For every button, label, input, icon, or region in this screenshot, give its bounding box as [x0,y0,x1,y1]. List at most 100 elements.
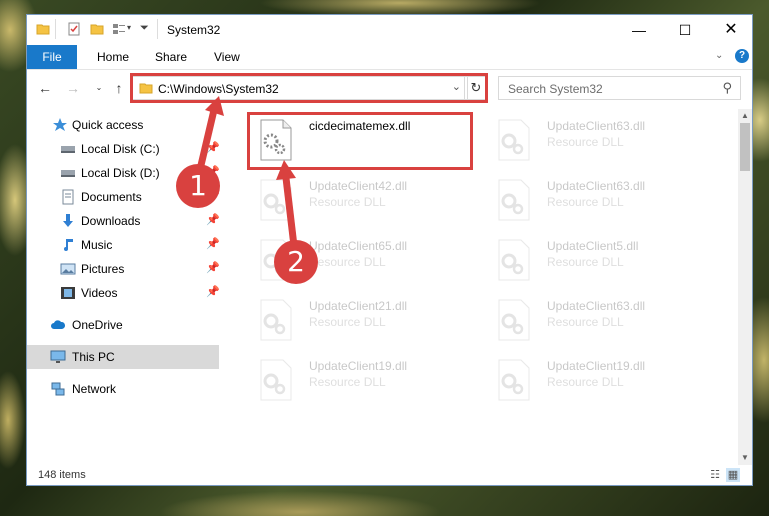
file-item[interactable]: UpdateClient42.dll Resource DLL [247,173,477,225]
sidebar-item-label: Videos [81,286,118,300]
file-item[interactable]: UpdateClient19.dll Resource DLL [485,353,715,405]
music-icon [64,239,73,251]
qat-customize-button[interactable]: ⏷ [140,22,149,35]
file-name: UpdateClient5.dll [547,239,639,253]
sidebar-item-label: OneDrive [72,318,123,332]
step-1-callout: 1 [176,164,220,208]
tab-file[interactable]: File [27,45,77,69]
file-item[interactable]: UpdateClient5.dll Resource DLL [485,233,715,285]
tab-home[interactable]: Home [97,45,129,69]
search-input[interactable]: Search System32 ⚲ [498,76,741,100]
sidebar-item-onedrive[interactable]: OneDrive [27,313,219,337]
star-icon [53,118,67,131]
sidebar-item-label: Local Disk (D:) [81,166,160,180]
pin-icon[interactable]: 📌 [206,213,220,226]
window-title: System32 [167,23,221,37]
step-2-callout: 2 [274,240,318,284]
sidebar-item-label: Documents [81,190,142,204]
pin-icon[interactable]: 📌 [206,285,220,298]
sidebar-item-label: Local Disk (C:) [81,142,160,156]
recent-locations-icon[interactable]: ⌄ [90,79,108,97]
scrollbar-thumb[interactable] [740,123,750,171]
sidebar-item-videos[interactable]: Videos 📌 [27,281,220,305]
new-folder-icon[interactable] [90,22,104,36]
sidebar-item-local-disk-c[interactable]: Local Disk (C:) 📌 [27,137,220,161]
sidebar-item-quick-access[interactable]: Quick access [27,113,219,137]
maximize-button[interactable]: ☐ [662,15,708,45]
file-name: UpdateClient63.dll [547,179,646,193]
file-list: cicdecimatemex.dll UpdateClient63.dll Re… [233,109,737,465]
vertical-scrollbar[interactable]: ▲ ▼ [738,109,752,465]
dll-file-icon [498,299,530,341]
dll-file-icon [260,179,292,221]
dll-file-icon [498,119,530,161]
minimize-button[interactable]: — [616,15,662,45]
folder-icon [36,24,50,35]
details-view-icon[interactable]: ☷ [708,468,722,482]
address-highlight-box [130,73,488,103]
videos-icon [61,287,75,299]
pin-icon[interactable]: 📌 [206,261,220,274]
file-type: Resource DLL [309,255,386,269]
large-icons-view-icon[interactable]: ▦ [726,468,740,482]
drive-icon [61,170,75,177]
file-type: Resource DLL [309,375,386,389]
sidebar-item-label: Network [72,382,117,396]
sidebar-item-pictures[interactable]: Pictures 📌 [27,257,220,281]
cloud-icon [51,320,66,329]
search-icon: ⚲ [722,80,732,95]
tab-view[interactable]: View [214,45,240,69]
file-name: UpdateClient21.dll [309,299,408,313]
dll-file-icon [260,359,292,401]
download-icon [63,214,73,227]
expand-ribbon-icon[interactable]: ⌄ [715,50,723,61]
file-name: UpdateClient19.dll [309,359,408,373]
back-arrow-icon[interactable]: ← [36,79,54,97]
file-item[interactable]: UpdateClient63.dll Resource DLL [485,113,715,165]
pin-icon[interactable]: 📌 [206,237,220,250]
file-name: UpdateClient42.dll [309,179,408,193]
scroll-down-icon[interactable]: ▼ [738,451,752,465]
tab-share[interactable]: Share [155,45,187,69]
close-button[interactable]: ✕ [708,15,754,45]
pin-icon[interactable]: 📌 [206,141,220,154]
sidebar-item-label: Downloads [81,214,141,228]
pictures-icon [60,263,76,275]
dll-file-icon [498,239,530,281]
address-row: ← → ⌄ ↑ C:\Windows\System32 ⌄ ↻ Search S… [27,71,752,105]
sidebar-item-label: This PC [72,350,115,364]
sidebar-item-label: Quick access [72,118,144,132]
status-bar: 148 items ☷ ▦ [27,465,752,485]
forward-arrow-icon[interactable]: → [64,79,82,97]
sidebar-item-downloads[interactable]: Downloads 📌 [27,209,220,233]
network-icon [51,382,65,396]
sidebar-item-label: Pictures [81,262,125,276]
qat-dropdown-arrow[interactable]: ▾ [127,23,131,32]
sidebar-item-music[interactable]: Music 📌 [27,233,220,257]
help-icon[interactable]: ? [735,49,749,63]
up-arrow-icon[interactable]: ↑ [110,79,128,97]
customize-toolbar-icon[interactable] [112,22,126,36]
sidebar-item-this-pc[interactable]: This PC [27,345,219,369]
file-type: Resource DLL [309,195,386,209]
search-placeholder: Search System32 [508,82,603,96]
title-bar: ▾ ⏷ System32 — ☐ ✕ [27,15,752,45]
file-type: Resource DLL [547,375,624,389]
file-item[interactable]: UpdateClient63.dll Resource DLL [485,173,715,225]
ribbon-tabs: File Home Share View ⌄ ? [27,45,752,70]
file-name: UpdateClient19.dll [547,359,646,373]
file-highlight-box [247,112,473,170]
file-type: Resource DLL [547,195,624,209]
file-item[interactable]: UpdateClient19.dll Resource DLL [247,353,477,405]
sidebar-item-network[interactable]: Network [27,377,219,401]
file-item[interactable]: UpdateClient63.dll Resource DLL [485,293,715,345]
documents-icon [62,189,74,205]
scroll-up-icon[interactable]: ▲ [738,109,752,123]
file-type: Resource DLL [547,255,624,269]
properties-icon[interactable] [67,22,81,36]
file-name: UpdateClient63.dll [547,299,646,313]
dll-file-icon [260,299,292,341]
file-item[interactable]: UpdateClient21.dll Resource DLL [247,293,477,345]
file-explorer-window: ▾ ⏷ System32 — ☐ ✕ File Home Share View … [26,14,753,486]
file-name: UpdateClient63.dll [547,119,646,133]
